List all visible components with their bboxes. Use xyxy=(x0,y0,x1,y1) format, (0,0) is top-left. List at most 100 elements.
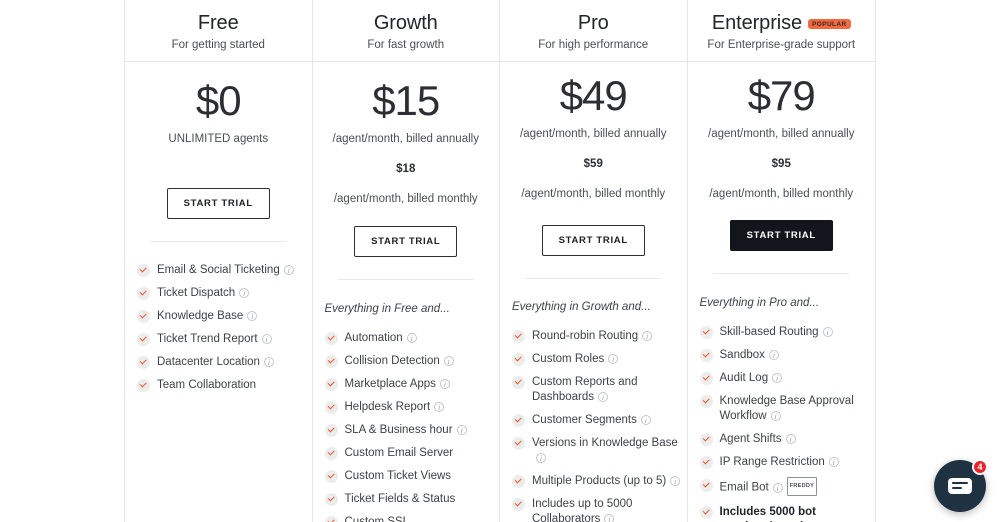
info-icon[interactable]: i xyxy=(772,372,783,383)
feature-label: Email Bot xyxy=(719,481,769,494)
feature-label: Round-robin Routing xyxy=(532,330,639,342)
feature-item: Ticket Dispatch i xyxy=(137,286,306,301)
info-icon[interactable]: i xyxy=(434,401,445,412)
feature-text-wrap: Ticket Dispatch i xyxy=(157,286,250,301)
feature-label: Agent Shifts xyxy=(719,433,782,445)
info-icon[interactable]: i xyxy=(406,332,417,343)
section-divider xyxy=(713,273,850,274)
info-icon[interactable]: i xyxy=(772,482,783,493)
check-icon xyxy=(512,353,525,366)
feature-list: Round-robin Routing i Custom Roles i Custom … xyxy=(500,329,687,522)
info-icon[interactable]: i xyxy=(439,378,450,389)
feature-heading-wrap: Everything in Growth and... xyxy=(500,301,687,313)
info-icon[interactable]: i xyxy=(263,356,274,367)
feature-label: Audit Log xyxy=(719,372,769,384)
feature-label: Automation xyxy=(344,332,403,344)
price-term-monthly: /agent/month, billed monthly xyxy=(709,188,854,200)
start-trial-button-enterprise[interactable]: START TRIAL xyxy=(729,220,833,251)
plan-name: Growth xyxy=(373,12,438,34)
price-block: $15/agent/month, billed annually $18/agen… xyxy=(313,77,500,206)
start-trial-button-free[interactable]: START TRIAL xyxy=(166,188,270,219)
feature-text-wrap: Custom Ticket Views xyxy=(345,469,452,484)
cta-wrap: START TRIAL xyxy=(688,220,876,274)
feature-item: Skill-based Routing i xyxy=(699,325,870,340)
feature-item: Custom Roles i xyxy=(512,352,681,367)
info-icon[interactable]: i xyxy=(247,310,258,321)
info-icon[interactable]: i xyxy=(443,355,454,366)
feature-text-wrap: Sandbox i xyxy=(720,348,779,363)
feature-item: Custom Ticket Views xyxy=(324,469,494,484)
pricing-page: Free For getting started $0 UNLIMITED agent… xyxy=(0,0,1000,522)
feature-item: Datacenter Location i xyxy=(137,355,306,370)
plan-column-free: Free For getting started $0 UNLIMITED agent… xyxy=(125,0,313,522)
feature-label: Sandbox xyxy=(719,349,765,361)
plan-column-growth: Growth For fast growth $15/agent/month, bi… xyxy=(312,0,500,522)
price-amount: $79 xyxy=(747,72,816,119)
plan-header-free: Free For getting started xyxy=(125,0,312,62)
price-block: $49/agent/month, billed annually $59/agen… xyxy=(500,75,687,201)
check-icon xyxy=(137,379,150,392)
feature-text-wrap: IP Range Restriction i xyxy=(720,455,839,470)
plan-column-enterprise: Enterprise POPULAR For Enterprise-grade su… xyxy=(687,0,876,522)
price-block: $79/agent/month, billed annually $95/agen… xyxy=(688,72,876,201)
cta-wrap: START TRIAL xyxy=(125,188,312,242)
feature-text-wrap: Custom SSL xyxy=(345,515,410,522)
feature-label: SLA & Business hour xyxy=(344,424,453,436)
info-icon[interactable]: i xyxy=(608,353,619,364)
feature-text-wrap: Collision Detection i xyxy=(345,354,454,369)
feature-label: Team Collaboration xyxy=(157,379,257,391)
info-icon[interactable]: i xyxy=(604,513,615,522)
check-icon xyxy=(699,506,713,519)
price-term-annual: /agent/month, billed annually xyxy=(708,128,855,140)
feature-label: Includes up to 5000 Collaborators xyxy=(532,498,633,522)
feature-list: Skill-based Routing i Sandbox i Audit Log i Kn… xyxy=(688,325,876,522)
feature-text-wrap: Ticket Fields & Status xyxy=(345,492,456,507)
feature-text-wrap: Custom Roles i xyxy=(532,352,619,367)
info-icon[interactable]: i xyxy=(598,391,609,402)
feature-item: Ticket Fields & Status xyxy=(324,492,494,507)
start-trial-button-growth[interactable]: START TRIAL xyxy=(354,226,458,257)
feature-label: Custom Reports and Dashboards xyxy=(532,376,638,403)
info-icon[interactable]: i xyxy=(239,287,250,298)
check-icon xyxy=(137,310,150,323)
info-icon[interactable]: i xyxy=(640,414,651,425)
start-trial-button-pro[interactable]: START TRIAL xyxy=(541,225,645,256)
plan-header-pro: Pro For high performance xyxy=(500,0,687,62)
info-icon[interactable]: i xyxy=(536,452,546,463)
info-icon[interactable]: i xyxy=(768,349,779,360)
feature-text-wrap: Agent Shifts i xyxy=(720,432,796,447)
check-icon xyxy=(512,437,525,450)
info-icon[interactable]: i xyxy=(785,433,796,444)
feature-heading-wrap: Everything in Free and... xyxy=(313,303,500,315)
price-amount: $15 xyxy=(372,77,440,124)
feature-item: Email Bot i FREDDY xyxy=(699,477,870,497)
feature-item: Custom Reports and Dashboards i xyxy=(512,375,681,405)
info-icon[interactable]: i xyxy=(770,410,781,421)
feature-item: Multiple Products (up to 5) i xyxy=(512,474,681,489)
info-icon[interactable]: i xyxy=(261,333,272,344)
chat-widget-button[interactable]: 4 xyxy=(934,459,988,512)
feature-text-wrap: Knowledge Base i xyxy=(157,309,258,324)
info-icon[interactable]: i xyxy=(642,330,653,341)
check-icon xyxy=(699,395,713,408)
check-icon xyxy=(324,493,338,506)
check-icon xyxy=(137,287,150,300)
check-icon xyxy=(699,326,713,339)
info-icon[interactable]: i xyxy=(822,326,833,337)
info-icon[interactable]: i xyxy=(670,475,681,486)
cta-wrap: START TRIAL xyxy=(313,226,500,280)
feature-list-heading: Everything in Free and... xyxy=(324,303,450,315)
check-icon xyxy=(324,332,338,345)
check-icon xyxy=(324,355,338,368)
price-amount-monthly: $95 xyxy=(771,158,791,170)
price-amount-monthly: $18 xyxy=(396,163,416,175)
check-icon xyxy=(324,424,338,437)
info-icon[interactable]: i xyxy=(283,264,294,275)
feature-item: SLA & Business hour i xyxy=(324,423,494,438)
info-icon[interactable]: i xyxy=(456,424,467,435)
info-icon[interactable]: i xyxy=(828,456,839,467)
feature-item: Includes up to 5000 Collaborators i xyxy=(512,497,681,522)
feature-label: Custom Email Server xyxy=(344,447,454,459)
feature-text-wrap: Email & Social Ticketing i xyxy=(157,263,294,278)
plan-name: Enterprise xyxy=(711,12,803,34)
